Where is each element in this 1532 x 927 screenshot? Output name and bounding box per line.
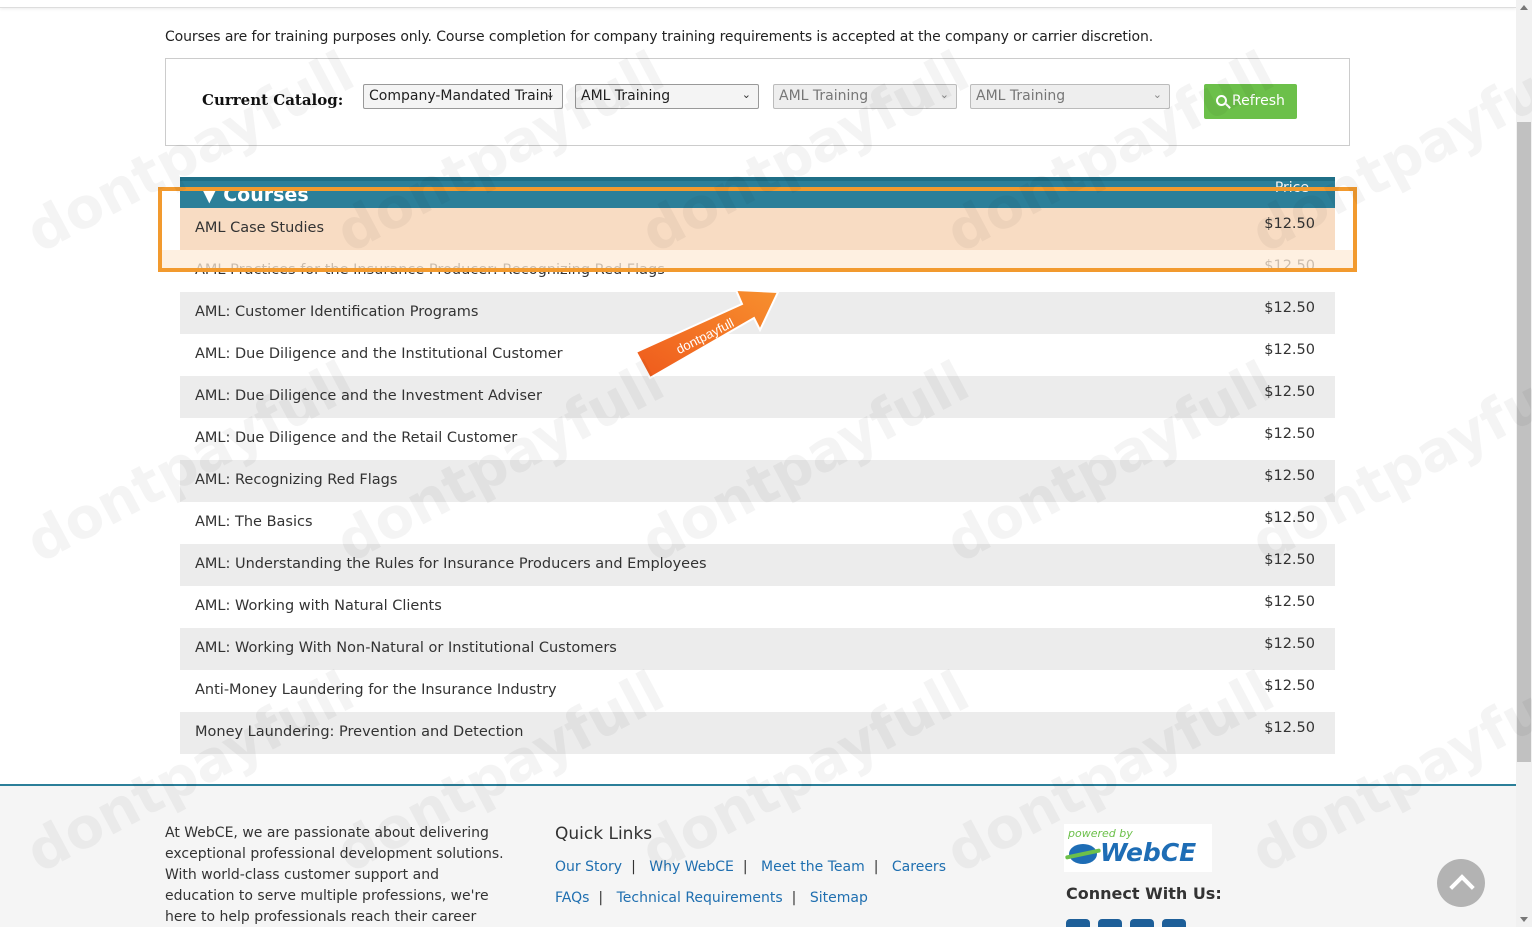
- select-value: AML Training: [779, 88, 869, 104]
- refresh-label: Refresh: [1232, 93, 1285, 109]
- course-name[interactable]: Anti-Money Laundering for the Insurance …: [195, 682, 557, 698]
- youtube-icon[interactable]: [1130, 919, 1154, 927]
- quick-links-row-1: Our Story | Why WebCE | Meet the Team | Car…: [555, 859, 946, 875]
- course-name[interactable]: AML: Working with Natural Clients: [195, 598, 442, 614]
- scroll-to-top-button[interactable]: [1437, 859, 1485, 907]
- course-name[interactable]: AML: Working With Non-Natural or Institu…: [195, 640, 617, 656]
- catalog-select-2[interactable]: AML Training ⌄: [575, 84, 759, 109]
- course-price: $12.50: [1264, 510, 1315, 526]
- chevron-down-icon: ⌄: [741, 88, 751, 101]
- course-row[interactable]: AML: The Basics $12.50: [180, 502, 1335, 544]
- quick-links-row-2: FAQs | Technical Requirements | Sitemap: [555, 890, 868, 906]
- course-row[interactable]: AML: Understanding the Rules for Insuran…: [180, 544, 1335, 586]
- course-price: $12.50: [1264, 300, 1315, 316]
- course-price: $12.50: [1264, 636, 1315, 652]
- course-row[interactable]: Anti-Money Laundering for the Insurance …: [180, 670, 1335, 712]
- scroll-up-arrow[interactable]: [1520, 5, 1528, 10]
- course-row[interactable]: AML: Recognizing Red Flags $12.50: [180, 460, 1335, 502]
- course-price: $12.50: [1264, 552, 1315, 568]
- disclaimer-text: Courses are for training purposes only. …: [165, 29, 1154, 45]
- course-price: $12.50: [1264, 384, 1315, 400]
- course-name[interactable]: AML: The Basics: [195, 514, 313, 530]
- course-price: $12.50: [1264, 678, 1315, 694]
- footer: At WebCE, we are passionate about delive…: [0, 784, 1516, 927]
- footer-about: At WebCE, we are passionate about delive…: [165, 825, 504, 925]
- catalog-select-4[interactable]: AML Training ⌄: [970, 84, 1170, 109]
- course-price: $12.50: [1264, 426, 1315, 442]
- link-our-story[interactable]: Our Story: [555, 859, 622, 875]
- quick-links-title: Quick Links: [555, 824, 653, 844]
- catalog-select-1[interactable]: Company-Mandated Traini ⌄: [363, 84, 563, 109]
- chevron-down-icon: ⌄: [545, 88, 555, 101]
- select-value: AML Training: [976, 88, 1066, 104]
- powered-by-logo[interactable]: powered by WebCE: [1064, 824, 1212, 872]
- top-bar-edge: [0, 0, 1516, 8]
- chevron-down-icon: ⌄: [939, 88, 949, 101]
- connect-title: Connect With Us:: [1066, 884, 1222, 903]
- refresh-button[interactable]: Refresh: [1204, 84, 1297, 119]
- catalog-select-3[interactable]: AML Training ⌄: [773, 84, 957, 109]
- course-row[interactable]: Money Laundering: Prevention and Detecti…: [180, 712, 1335, 754]
- select-value: Company-Mandated Traini: [369, 88, 553, 104]
- course-name[interactable]: AML: Due Diligence and the Retail Custom…: [195, 430, 517, 446]
- promo-arrow-icon: dontpayfull: [634, 288, 780, 380]
- chevron-down-icon: ⌄: [1152, 88, 1162, 101]
- course-name[interactable]: AML: Recognizing Red Flags: [195, 472, 397, 488]
- course-name[interactable]: AML: Customer Identification Programs: [195, 304, 478, 320]
- linkedin-icon[interactable]: [1098, 919, 1122, 927]
- scrollbar[interactable]: [1516, 0, 1532, 927]
- course-price: $12.50: [1264, 468, 1315, 484]
- globe-icon: [1069, 844, 1097, 864]
- link-technical-requirements[interactable]: Technical Requirements: [617, 890, 783, 906]
- link-meet-the-team[interactable]: Meet the Team: [761, 859, 865, 875]
- course-name[interactable]: AML: Understanding the Rules for Insuran…: [195, 556, 707, 572]
- link-sitemap[interactable]: Sitemap: [810, 890, 868, 906]
- instagram-icon[interactable]: [1162, 919, 1186, 927]
- scroll-down-arrow[interactable]: [1520, 917, 1528, 922]
- course-name[interactable]: Money Laundering: Prevention and Detecti…: [195, 724, 524, 740]
- link-faqs[interactable]: FAQs: [555, 890, 589, 906]
- scrollbar-thumb[interactable]: [1517, 122, 1531, 762]
- course-row[interactable]: AML: Working with Natural Clients $12.50: [180, 586, 1335, 628]
- link-careers[interactable]: Careers: [892, 859, 946, 875]
- course-row[interactable]: AML: Working With Non-Natural or Institu…: [180, 628, 1335, 670]
- highlight-box: [158, 187, 1357, 272]
- facebook-icon[interactable]: [1066, 919, 1090, 927]
- course-price: $12.50: [1264, 720, 1315, 736]
- social-icons: [1066, 918, 1194, 927]
- link-why-webce[interactable]: Why WebCE: [649, 859, 734, 875]
- course-name[interactable]: AML: Due Diligence and the Investment Ad…: [195, 388, 542, 404]
- course-price: $12.50: [1264, 594, 1315, 610]
- webce-brand: WebCE: [1100, 838, 1197, 867]
- catalog-label: Current Catalog:: [202, 91, 344, 109]
- search-icon: [1216, 95, 1227, 106]
- course-row[interactable]: AML: Due Diligence and the Retail Custom…: [180, 418, 1335, 460]
- course-price: $12.50: [1264, 342, 1315, 358]
- course-name[interactable]: AML: Due Diligence and the Institutional…: [195, 346, 563, 362]
- catalog-panel: Current Catalog: Company-Mandated Traini…: [165, 58, 1350, 146]
- select-value: AML Training: [581, 88, 671, 104]
